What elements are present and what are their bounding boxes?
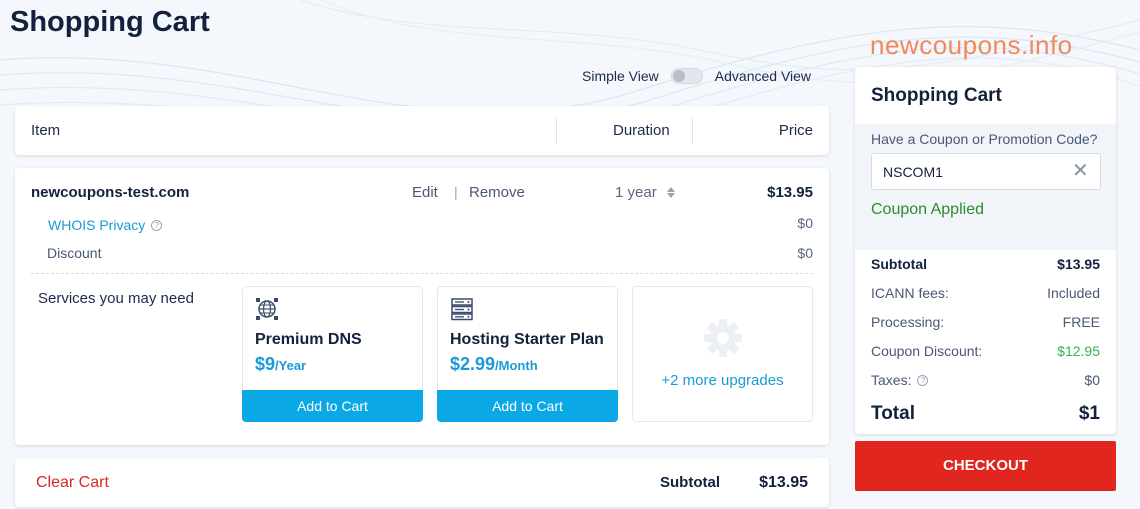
chevron-down-icon[interactable] [666,193,675,198]
toggle-knob [672,70,685,82]
cart-footer: Clear Cart Subtotal $13.95 [15,458,829,507]
total-label: Total [871,403,915,424]
gear-icon [704,319,742,357]
duration-stepper-icon[interactable] [666,187,675,198]
page-title: Shopping Cart [10,6,210,38]
view-toggle: Simple View Advanced View [582,68,811,84]
add-to-cart-button[interactable]: Add to Cart [437,390,618,422]
header-item: Item [31,122,61,139]
summary-row-icann: ICANN fees: Included [871,285,1100,301]
discount-label: Discount [47,245,102,261]
service-price: $2.99/Month [450,354,538,374]
info-icon[interactable]: ? [917,374,929,386]
service-price: $9/Year [255,354,307,374]
summary-row-coupon-discount: Coupon Discount: $12.95 [871,343,1100,359]
coupon-prompt: Have a Coupon or Promotion Code? [871,131,1098,147]
remove-link[interactable]: Remove [469,184,525,201]
taxes-label: Taxes: [871,372,912,388]
coupon-code-input[interactable] [871,153,1101,190]
summary-lines: Subtotal $13.95 ICANN fees: Included Pro… [855,250,1116,431]
more-upgrades-card[interactable]: +2 more upgrades [632,286,813,422]
subtotal-label: Subtotal [660,474,720,491]
header-divider [692,118,693,144]
service-card-premium-dns: Premium DNS $9/Year Add to Cart [242,286,423,422]
total-value: $1 [1078,403,1100,424]
cart-table-header: Item Duration Price [15,106,829,155]
service-card-hosting: Hosting Starter Plan $2.99/Month Add to … [437,286,618,422]
services-heading: Services you may need [38,290,194,307]
header-divider [556,118,557,144]
whois-privacy-price: $0 [797,215,813,231]
globe-network-icon [256,298,278,320]
clear-cart-link[interactable]: Clear Cart [36,474,109,492]
domain-price: $13.95 [767,184,813,201]
divider [31,273,813,274]
summary-row-total: Total $1 [855,395,1116,431]
duration-selector[interactable]: 1 year [615,184,675,201]
close-icon[interactable]: ✕ [1072,161,1089,181]
summary-title: Shopping Cart [871,85,1002,106]
view-toggle-switch[interactable] [670,68,703,84]
add-to-cart-button[interactable]: Add to Cart [242,390,423,422]
simple-view-label[interactable]: Simple View [582,68,659,84]
more-upgrades-link[interactable]: +2 more upgrades [633,372,812,389]
edit-link[interactable]: Edit [412,184,438,201]
discount-price: $0 [797,245,813,261]
summary-row-taxes: Taxes: ? $0 [871,372,1100,388]
subtotal-value: $13.95 [759,474,808,491]
chevron-up-icon[interactable] [666,187,675,192]
header-price: Price [778,122,813,139]
watermark: newcoupons.info [870,30,1073,60]
duration-value: 1 year [615,184,657,201]
server-icon [451,298,473,321]
order-summary-panel: Shopping Cart Have a Coupon or Promotion… [855,67,1116,434]
info-icon[interactable]: ? [151,219,163,231]
whois-privacy-link[interactable]: WHOIS Privacy ? [48,217,163,233]
advanced-view-label[interactable]: Advanced View [715,68,811,84]
action-separator: | [454,184,458,200]
cart-items-panel: newcoupons-test.com Edit | Remove 1 year… [15,168,829,445]
whois-privacy-label[interactable]: WHOIS Privacy [48,217,145,233]
service-name: Premium DNS [255,331,362,348]
checkout-button[interactable]: CHECKOUT [855,441,1116,491]
coupon-status: Coupon Applied [871,201,984,218]
summary-row-subtotal: Subtotal $13.95 [871,256,1100,272]
service-name: Hosting Starter Plan [450,331,604,348]
summary-row-processing: Processing: FREE [871,314,1100,330]
domain-name: newcoupons-test.com [31,184,190,201]
header-duration: Duration [613,122,670,139]
